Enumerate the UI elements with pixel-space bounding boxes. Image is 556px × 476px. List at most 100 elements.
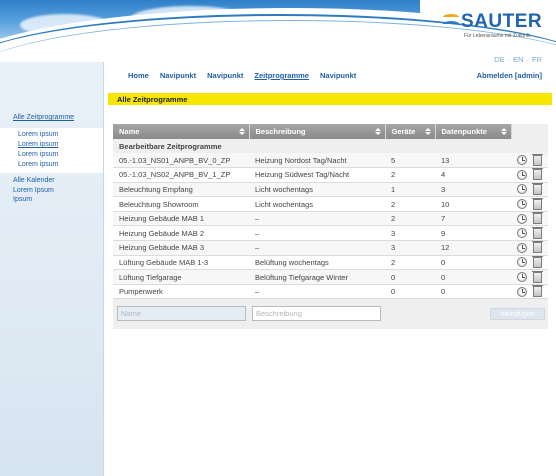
logo-tagline: Für Lebensräume mit Zukunft. bbox=[464, 33, 531, 39]
table-row[interactable]: Lüftung Tiefgarage Belüftung Tiefgarage W… bbox=[113, 269, 548, 285]
column-header-geraete[interactable]: Geräte bbox=[385, 124, 436, 139]
cell-name: Beleuchtung Showroom bbox=[113, 196, 249, 212]
trash-icon[interactable] bbox=[532, 241, 543, 254]
cell-name: 05.-1.03_NS01_ANPB_BV_0_ZP bbox=[113, 153, 249, 169]
trash-icon[interactable] bbox=[532, 212, 543, 225]
sidebar-subitem[interactable]: Lorem ipsum bbox=[0, 160, 103, 170]
clock-icon[interactable] bbox=[517, 213, 527, 224]
lang-separator: · bbox=[526, 55, 530, 64]
cell-beschreibung: Licht wochentags bbox=[249, 196, 385, 212]
schedule-table-panel: Name Beschreibung Geräte Datenpunkte Bea… bbox=[113, 124, 548, 329]
cell-actions bbox=[511, 284, 548, 300]
clock-icon[interactable] bbox=[517, 272, 527, 283]
sidebar-item-alle-zeitprogramme[interactable]: Alle Zeitprogramme bbox=[13, 114, 74, 121]
sidebar-item-alle-kalender[interactable]: Alle Kalender bbox=[13, 176, 55, 186]
header: SAUTER Für Lebensräume mit Zukunft. bbox=[0, 0, 556, 62]
cell-beschreibung: Heizung Nordost Tag/Nacht bbox=[249, 153, 385, 169]
trash-icon[interactable] bbox=[532, 226, 543, 239]
logout-link[interactable]: Abmelden [admin] bbox=[477, 71, 542, 80]
nav-navipunkt-1[interactable]: Navipunkt bbox=[160, 71, 196, 80]
table-row[interactable]: 05.-1.03_NS01_ANPB_BV_0_ZP Heizung Nordos… bbox=[113, 153, 548, 169]
clock-icon[interactable] bbox=[517, 242, 527, 253]
cell-beschreibung: Heizung Südwest Tag/Nacht bbox=[249, 167, 385, 183]
sort-icon[interactable] bbox=[238, 128, 245, 136]
trash-icon[interactable] bbox=[532, 168, 543, 181]
sidebar-subitem-current[interactable]: Lorem ipsum bbox=[0, 140, 103, 150]
trash-icon[interactable] bbox=[532, 285, 543, 298]
cell-actions bbox=[511, 255, 548, 271]
logo-wave-blue bbox=[443, 21, 459, 27]
clock-icon[interactable] bbox=[517, 257, 527, 268]
table-row[interactable]: Heizung Gebäude MAB 3–3 12 bbox=[113, 240, 548, 256]
schedule-table: Name Beschreibung Geräte Datenpunkte Bea… bbox=[113, 124, 548, 300]
clock-icon[interactable] bbox=[517, 199, 527, 210]
lang-fr[interactable]: FR bbox=[532, 55, 542, 64]
trash-icon[interactable] bbox=[532, 255, 543, 268]
cell-name: Heizung Gebäude MAB 2 bbox=[113, 225, 249, 242]
cell-geraete: 0 bbox=[385, 284, 435, 300]
trash-icon[interactable] bbox=[532, 270, 543, 283]
cell-actions bbox=[511, 211, 548, 227]
description-input[interactable] bbox=[252, 306, 381, 321]
cell-geraete: 2 bbox=[385, 211, 435, 227]
trash-icon[interactable] bbox=[532, 182, 543, 195]
cell-geraete: 1 bbox=[385, 182, 435, 198]
cell-datenpunkte: 3 bbox=[435, 182, 511, 198]
table-row[interactable]: Beleuchtung Empfang Licht wochentags 1 3 bbox=[113, 182, 548, 198]
sidebar-subitem[interactable]: Lorem ipsum bbox=[0, 150, 103, 160]
cell-beschreibung: Belüftung Tiefgarage Winter bbox=[249, 269, 385, 285]
sort-icon[interactable] bbox=[500, 128, 507, 136]
cell-geraete: 3 bbox=[385, 240, 435, 256]
cell-actions bbox=[511, 240, 548, 256]
sort-icon[interactable] bbox=[424, 128, 431, 136]
nav-zeitprogramme[interactable]: Zeitprogramme bbox=[254, 71, 309, 80]
table-row[interactable]: 05.-1.03_NS02_ANPB_BV_1_ZP Heizung Südwes… bbox=[113, 167, 548, 183]
cell-geraete: 0 bbox=[385, 269, 435, 285]
cell-name: Heizung Gebäude MAB 1 bbox=[113, 211, 249, 227]
cell-datenpunkte: 7 bbox=[435, 211, 511, 227]
lang-en[interactable]: EN bbox=[513, 55, 523, 64]
cell-actions bbox=[511, 182, 548, 198]
cell-datenpunkte: 0 bbox=[435, 255, 511, 271]
cell-actions bbox=[511, 269, 548, 285]
sort-icon[interactable] bbox=[374, 128, 381, 136]
cell-beschreibung: – bbox=[249, 240, 385, 256]
nav-navipunkt-2[interactable]: Navipunkt bbox=[207, 71, 243, 80]
column-header-label: Geräte bbox=[391, 127, 416, 136]
lang-de[interactable]: DE bbox=[494, 55, 504, 64]
trash-icon[interactable] bbox=[532, 197, 543, 210]
column-header-name[interactable]: Name bbox=[113, 124, 250, 139]
table-row[interactable]: Heizung Gebäude MAB 1–2 7 bbox=[113, 211, 548, 227]
sidebar-item-ipsum[interactable]: Ipsum bbox=[13, 195, 55, 205]
nav-home[interactable]: Home bbox=[128, 71, 149, 80]
cell-actions bbox=[511, 153, 548, 169]
sidebar-item-lorem-ipsum[interactable]: Lorem Ipsum bbox=[13, 186, 55, 196]
top-navigation: Home Navipunkt Navipunkt Zeitprogramme N… bbox=[128, 71, 367, 80]
cell-geraete: 2 bbox=[385, 167, 435, 183]
cell-name: Beleuchtung Empfang bbox=[113, 182, 249, 198]
cell-beschreibung: – bbox=[249, 211, 385, 227]
table-row[interactable]: Beleuchtung Showroom Licht wochentags 2 10 bbox=[113, 196, 548, 212]
add-button[interactable]: hinzufügen bbox=[490, 308, 545, 320]
cell-beschreibung: Belüftung wochentags bbox=[249, 255, 385, 271]
cell-geraete: 2 bbox=[385, 255, 435, 271]
clock-icon[interactable] bbox=[517, 184, 527, 195]
clock-icon[interactable] bbox=[517, 169, 527, 180]
trash-icon[interactable] bbox=[532, 153, 543, 166]
sauter-logo[interactable]: SAUTER Für Lebensräume mit Zukunft. bbox=[443, 12, 543, 42]
clock-icon[interactable] bbox=[517, 286, 527, 297]
clock-icon[interactable] bbox=[517, 155, 527, 166]
name-input[interactable] bbox=[117, 306, 246, 321]
nav-navipunkt-3[interactable]: Navipunkt bbox=[320, 71, 356, 80]
group-header-row: Bearbeitbare Zeitprogramme bbox=[113, 139, 548, 153]
column-header-datenpunkte[interactable]: Datenpunkte bbox=[435, 124, 512, 139]
clock-icon[interactable] bbox=[517, 228, 527, 239]
column-header-label: Name bbox=[119, 127, 140, 136]
language-switcher: DE · EN · FR bbox=[494, 55, 542, 64]
table-row[interactable]: Lüftung Gebäude MAB 1-3 Belüftung wochent… bbox=[113, 255, 548, 271]
table-row[interactable]: Pumpenwerk –0 0 bbox=[113, 284, 548, 300]
column-header-beschreibung[interactable]: Beschreibung bbox=[249, 124, 386, 139]
table-row[interactable]: Heizung Gebäude MAB 2–3 9 bbox=[113, 225, 548, 242]
lang-separator: · bbox=[507, 55, 511, 64]
sidebar-subitem[interactable]: Lorem ipsum bbox=[0, 130, 103, 140]
